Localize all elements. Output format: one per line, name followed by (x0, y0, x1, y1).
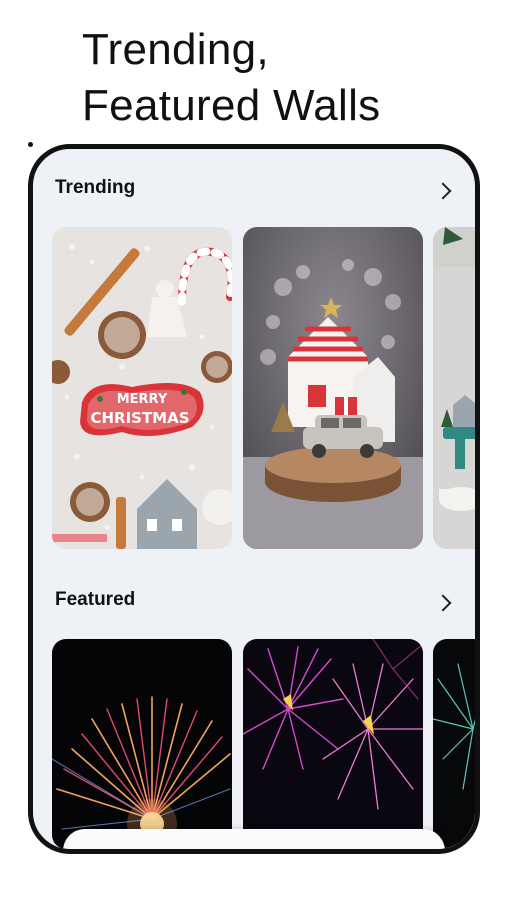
featured-card-fireworks-pink[interactable] (243, 639, 423, 849)
trending-title: Trending (55, 177, 136, 198)
headline-line-2: Featured Walls (82, 81, 381, 130)
christmas-house-image (243, 227, 423, 549)
trending-card-christmas-cookies[interactable]: MERRY CHRISTMAS (52, 227, 232, 549)
partial-trending-image (433, 227, 475, 549)
phone-frame: Trending MERRY CHRISTMAS Featured (28, 144, 480, 854)
merry-text: MERRY (117, 392, 168, 407)
fireworks-pink-image (243, 639, 423, 849)
decorative-dot (28, 142, 33, 147)
bottom-navigation-bar[interactable] (63, 829, 445, 849)
headline-line-1: Trending, (82, 25, 269, 74)
featured-card-fireworks-gold[interactable] (52, 639, 232, 849)
featured-title: Featured (55, 589, 136, 610)
trending-chevron-right-icon[interactable] (434, 182, 452, 200)
partial-featured-image (433, 639, 475, 849)
headline: Trending, Featured Walls (82, 22, 380, 134)
trending-card-partial[interactable] (433, 227, 475, 549)
trending-card-christmas-house[interactable] (243, 227, 423, 549)
fireworks-gold-image (52, 639, 232, 849)
christmas-text: CHRISTMAS (90, 409, 189, 427)
featured-chevron-right-icon[interactable] (434, 594, 452, 612)
christmas-cookies-image: MERRY CHRISTMAS (52, 227, 232, 549)
featured-card-partial[interactable] (433, 639, 475, 849)
